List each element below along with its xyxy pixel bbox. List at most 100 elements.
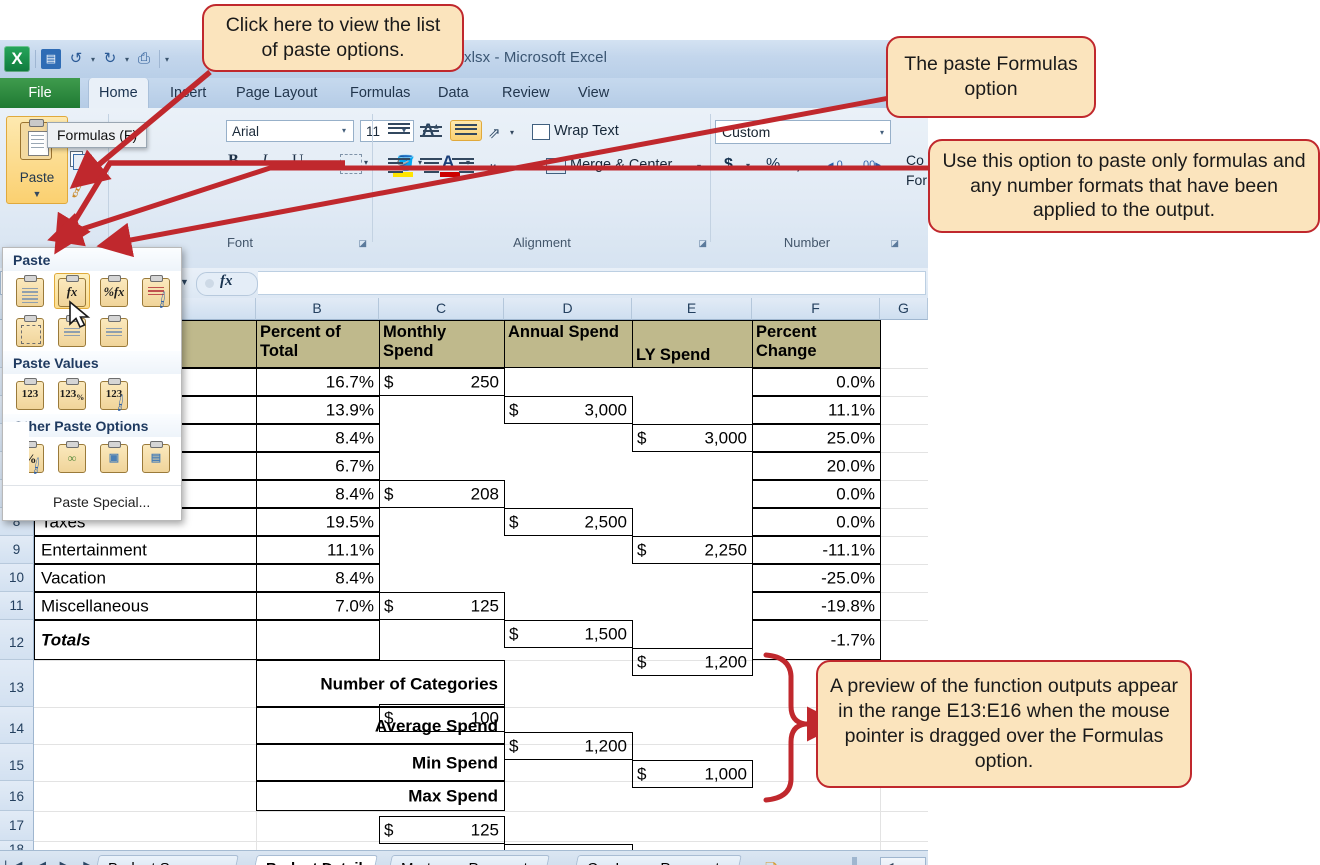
row-header-9[interactable]: 9 <box>0 536 34 564</box>
tab-home[interactable]: Home <box>88 78 149 108</box>
underline-dropdown-icon[interactable]: ▾ <box>314 158 318 167</box>
table-cell-percent-of-total[interactable] <box>256 620 380 660</box>
column-header-d[interactable]: D <box>504 298 632 320</box>
font-name-input[interactable]: Arial <box>226 120 354 142</box>
paste-formulas-number-formats-icon[interactable]: %fx <box>96 273 132 309</box>
wrap-text-icon[interactable] <box>532 124 550 140</box>
tab-review[interactable]: Review <box>492 78 560 108</box>
currency-dropdown-icon[interactable]: ▾ <box>746 161 750 170</box>
table-cell-percent-of-total[interactable]: 16.7% <box>256 368 380 396</box>
table-cell-percent-of-total[interactable]: 8.4% <box>256 424 380 452</box>
table-cell-annual-spend[interactable]: $3,000 <box>504 396 633 424</box>
insert-worksheet-icon[interactable]: 🗋 <box>765 859 778 865</box>
table-cell-percent-of-total[interactable]: 13.9% <box>256 396 380 424</box>
merge-center-icon[interactable] <box>546 158 566 174</box>
sheet-nav-buttons[interactable]: |◀ ◀ ▶ ▶| <box>4 858 107 865</box>
column-header-b[interactable]: B <box>256 298 379 320</box>
table-header-annual-spend[interactable]: Annual Spend <box>504 320 633 368</box>
number-format-select[interactable]: Custom <box>715 120 891 144</box>
table-cell-ly-spend[interactable]: $1,200 <box>632 648 753 676</box>
increase-decimal-icon[interactable]: ◂.0 <box>828 158 843 171</box>
row-header-12[interactable]: 12 <box>0 620 34 660</box>
table-cell-monthly-spend[interactable]: $125 <box>379 592 505 620</box>
align-bottom-icon[interactable] <box>450 120 482 142</box>
row-header-11[interactable]: 11 <box>0 592 34 620</box>
wrap-text-label[interactable]: Wrap Text <box>554 123 619 139</box>
table-cell-percent-of-total[interactable]: 8.4% <box>256 480 380 508</box>
table-cell-monthly-spend[interactable]: $250 <box>379 368 505 396</box>
merge-center-label[interactable]: Merge & Center <box>570 157 672 173</box>
percent-format-icon[interactable]: % <box>766 156 780 174</box>
underline-button[interactable]: U <box>292 152 304 170</box>
table-cell-percent-of-total[interactable]: 11.1% <box>256 536 380 564</box>
table-cell-percent-of-total[interactable]: 19.5% <box>256 508 380 536</box>
row-header-14[interactable]: 14 <box>0 707 34 744</box>
currency-format-icon[interactable]: $ <box>724 156 733 174</box>
table-header-ly-spend[interactable]: LY Spend <box>632 320 753 368</box>
align-right-icon[interactable] <box>452 158 474 176</box>
table-cell-percent-change[interactable]: 0.0% <box>752 508 881 536</box>
paste-linked-picture-icon[interactable]: ▤ <box>138 439 174 475</box>
copy-dropdown-icon[interactable]: ▾ <box>88 152 92 161</box>
copy-icon[interactable] <box>68 150 86 170</box>
bold-button[interactable]: B <box>228 152 239 170</box>
tab-file[interactable]: File <box>0 78 80 108</box>
align-left-icon[interactable] <box>388 158 410 176</box>
table-header-percent-of-total[interactable]: Percent of Total <box>256 320 380 368</box>
paste-values-source-formatting-icon[interactable]: 123 🖌 <box>96 376 132 413</box>
column-header-f[interactable]: F <box>752 298 880 320</box>
paste-special-row[interactable]: Paste Special... <box>3 485 181 520</box>
row-header-17[interactable]: 17 <box>0 811 34 841</box>
italic-button[interactable]: I <box>262 152 267 170</box>
decrease-indent-icon[interactable]: ⇤ <box>490 158 503 176</box>
paste-values-number-formats-icon[interactable]: 123% <box>54 376 90 412</box>
table-cell-percent-change[interactable]: -11.1% <box>752 536 881 564</box>
comma-format-icon[interactable]: , <box>796 156 800 174</box>
decrease-decimal-icon[interactable]: .00▸ <box>860 158 881 171</box>
table-cell-percent-change[interactable]: 25.0% <box>752 424 881 452</box>
paste-link-icon[interactable]: ∞ <box>54 439 90 475</box>
tab-data[interactable]: Data <box>428 78 479 108</box>
sheet-tab-budget-summary[interactable]: Budget Summary <box>93 855 239 865</box>
table-cell-percent-change[interactable]: 0.0% <box>752 368 881 396</box>
table-cell-percent-of-total[interactable]: 8.4% <box>256 564 380 592</box>
table-cell-percent-change[interactable]: -25.0% <box>752 564 881 592</box>
conditional-formatting-label-line2[interactable]: For <box>906 172 927 188</box>
tab-page-layout[interactable]: Page Layout <box>226 78 327 108</box>
summary-label[interactable]: Max Spend <box>256 781 505 811</box>
table-cell-category[interactable]: Totals <box>34 620 257 660</box>
borders-icon[interactable] <box>340 154 362 174</box>
font-dialog-launcher-icon[interactable]: ◪ <box>358 238 367 249</box>
column-header-e[interactable]: E <box>632 298 752 320</box>
table-cell-annual-spend[interactable]: $2,500 <box>504 508 633 536</box>
table-cell-percent-change[interactable]: 20.0% <box>752 452 881 480</box>
paste-no-borders-icon[interactable] <box>12 313 48 349</box>
table-cell-ly-spend[interactable]: $2,250 <box>632 536 753 564</box>
table-cell-monthly-spend[interactable]: $125 <box>379 816 505 844</box>
table-cell-ly-spend[interactable]: $1,000 <box>632 760 753 788</box>
table-cell-category[interactable]: Vacation <box>34 564 257 592</box>
insert-function-icon[interactable]: fx <box>220 273 233 290</box>
column-header-c[interactable]: C <box>379 298 504 320</box>
summary-label[interactable]: Number of Categories <box>256 660 505 707</box>
table-cell-category[interactable]: Entertainment <box>34 536 257 564</box>
summary-label[interactable]: Min Spend <box>256 744 505 781</box>
tab-insert[interactable]: Insert <box>160 78 216 108</box>
table-header-monthly-spend[interactable]: Monthly Spend <box>379 320 505 368</box>
tab-formulas[interactable]: Formulas <box>340 78 420 108</box>
summary-label[interactable]: Average Spend <box>256 707 505 744</box>
sheet-tab-car-lease-payments[interactable]: Car Lease Payments <box>572 855 742 865</box>
format-painter-icon[interactable]: 🖌 <box>65 175 91 201</box>
paste-picture-icon[interactable]: ▣ <box>96 439 132 475</box>
font-name-dropdown-icon[interactable]: ▾ <box>342 126 346 135</box>
chevron-down-icon[interactable]: ▼ <box>7 189 67 199</box>
cancel-icon[interactable] <box>205 279 214 288</box>
sheet-tab-mortgage-payments[interactable]: Mortgage Payments <box>386 855 551 865</box>
paste-options-menu[interactable]: Paste fx %fx 🖌 Paste Values 123 123% 123… <box>2 247 182 521</box>
paste-values-icon[interactable]: 123 <box>12 376 48 412</box>
merge-center-dropdown-icon[interactable]: ▾ <box>697 162 701 171</box>
alignment-dialog-launcher-icon[interactable]: ◪ <box>698 238 707 249</box>
tab-view[interactable]: View <box>568 78 619 108</box>
align-middle-icon[interactable] <box>420 126 442 139</box>
number-format-dropdown-icon[interactable]: ▾ <box>880 128 884 137</box>
